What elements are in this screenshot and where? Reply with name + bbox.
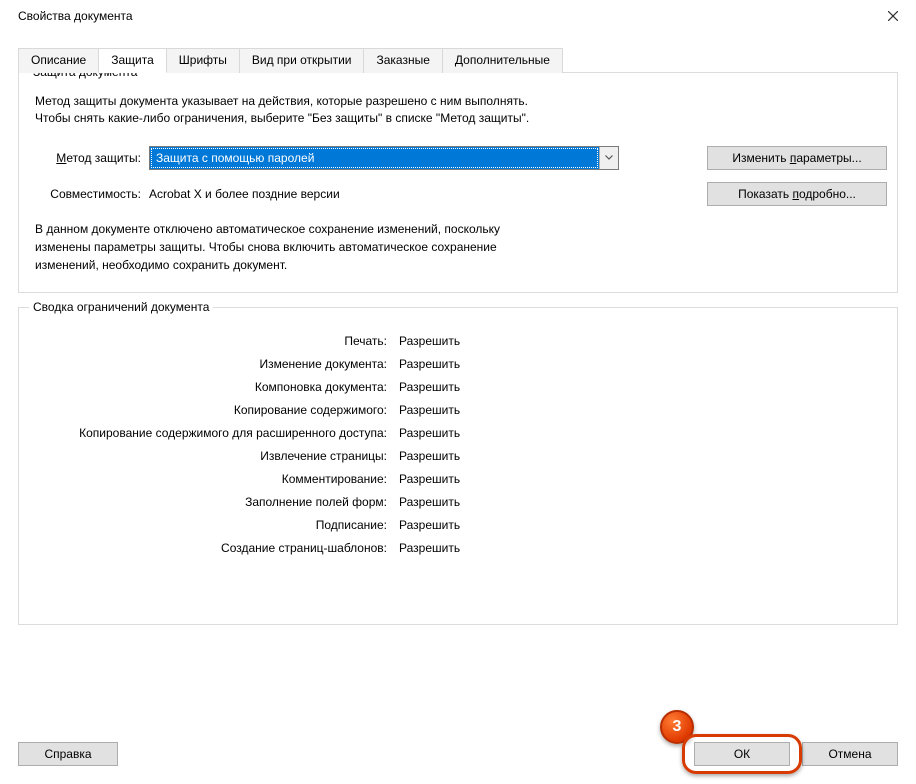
close-icon [888,11,898,21]
window-title: Свойства документа [18,9,133,23]
row-security-method: Метод защиты: Защита с помощью паролей И… [29,146,887,170]
groupbox-document-security: Защита документа Метод защиты документа … [18,72,898,293]
restriction-label: Извлечение страницы: [29,449,399,463]
restriction-label: Заполнение полей форм: [29,495,399,509]
restriction-value: Разрешить [399,541,460,555]
dropdown-arrow-icon [599,147,618,169]
groupbox-restrictions-summary: Сводка ограничений документа Печать:Разр… [18,307,898,625]
restriction-value: Разрешить [399,495,460,509]
restriction-value: Разрешить [399,472,460,486]
ok-button[interactable]: ОК [694,742,790,766]
show-details-button[interactable]: Показать подробно... [707,182,887,206]
tab-5[interactable]: Дополнительные [442,48,563,73]
label-compatibility: Совместимость: [29,187,149,201]
restriction-row: Извлечение страницы:Разрешить [29,449,887,463]
intro-line-1: Метод защиты документа указывает на дейс… [35,93,887,110]
document-properties-window: Свойства документа ОписаниеЗащитаШрифтыВ… [0,0,916,784]
tab-4[interactable]: Заказные [363,48,442,73]
security-method-dropdown[interactable]: Защита с помощью паролей [149,146,619,170]
tab-3[interactable]: Вид при открытии [239,48,365,73]
restriction-row: Комментирование:Разрешить [29,472,887,486]
dialog-button-bar: Справка 3 ОК Отмена [18,742,898,766]
restriction-value: Разрешить [399,403,460,417]
restriction-row: Копирование содержимого:Разрешить [29,403,887,417]
cancel-button[interactable]: Отмена [802,742,898,766]
security-method-selected: Защита с помощью паролей [150,147,599,169]
window-close-button[interactable] [870,0,916,32]
restrictions-grid: Печать:РазрешитьИзменение документа:Разр… [29,334,887,555]
restriction-label: Копирование содержимого: [29,403,399,417]
restriction-value: Разрешить [399,518,460,532]
security-note-text: В данном документе отключено автоматичес… [35,220,545,274]
restriction-row: Изменение документа:Разрешить [29,357,887,371]
groupbox-legend-restrictions: Сводка ограничений документа [29,300,213,314]
restriction-label: Печать: [29,334,399,348]
help-button[interactable]: Справка [18,742,118,766]
restriction-label: Создание страниц-шаблонов: [29,541,399,555]
ok-button-annotated: 3 ОК [694,742,790,766]
restriction-row: Создание страниц-шаблонов:Разрешить [29,541,887,555]
restriction-row: Заполнение полей форм:Разрешить [29,495,887,509]
restriction-value: Разрешить [399,380,460,394]
restriction-row: Печать:Разрешить [29,334,887,348]
tab-1[interactable]: Защита [98,48,167,73]
restriction-row: Копирование содержимого для расширенного… [29,426,887,440]
restriction-value: Разрешить [399,357,460,371]
tab-0[interactable]: Описание [18,48,99,73]
restriction-label: Подписание: [29,518,399,532]
restriction-value: Разрешить [399,426,460,440]
intro-line-2: Чтобы снять какие-либо ограничения, выбе… [35,110,887,127]
label-security-method: Метод защиты: [29,151,149,165]
security-intro-text: Метод защиты документа указывает на дейс… [35,93,887,128]
restriction-label: Копирование содержимого для расширенного… [29,426,399,440]
restriction-label: Компоновка документа: [29,380,399,394]
restriction-value: Разрешить [399,334,460,348]
restriction-row: Подписание:Разрешить [29,518,887,532]
restriction-value: Разрешить [399,449,460,463]
restriction-label: Комментирование: [29,472,399,486]
change-parameters-button[interactable]: Изменить параметры... [707,146,887,170]
restriction-row: Компоновка документа:Разрешить [29,380,887,394]
titlebar: Свойства документа [0,0,916,32]
restriction-label: Изменение документа: [29,357,399,371]
compatibility-value: Acrobat X и более поздние версии [149,187,340,201]
tab-content-security: Защита документа Метод защиты документа … [18,72,898,718]
row-compatibility: Совместимость: Acrobat X и более поздние… [29,182,887,206]
tab-2[interactable]: Шрифты [166,48,240,73]
tabstrip: ОписаниеЗащитаШрифтыВид при открытииЗака… [18,46,898,73]
